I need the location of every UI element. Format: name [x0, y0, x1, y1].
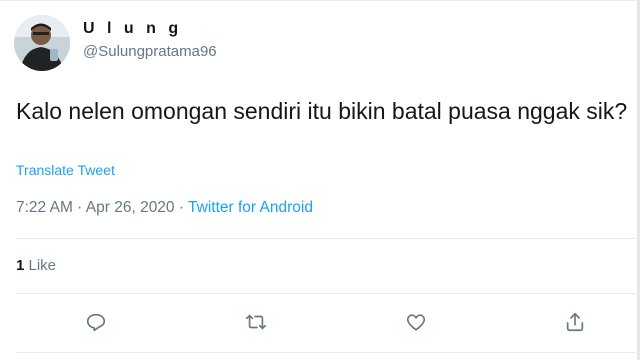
retweet-button[interactable]	[242, 308, 270, 336]
tweet-source-link[interactable]: Twitter for Android	[188, 199, 313, 216]
like-icon	[406, 314, 426, 331]
share-icon	[566, 312, 584, 332]
top-border	[0, 0, 640, 1]
avatar[interactable]	[14, 15, 70, 71]
tweet-meta: 7:22 AM · Apr 26, 2020 · Twitter for And…	[16, 199, 313, 217]
likes-label: Like	[24, 257, 57, 274]
divider	[16, 293, 640, 294]
likes-stat[interactable]: 1 Like	[16, 257, 56, 274]
tweet-timestamp[interactable]: 7:22 AM · Apr 26, 2020 ·	[16, 199, 188, 216]
divider	[16, 352, 640, 353]
like-button[interactable]	[402, 308, 430, 336]
user-handle[interactable]: @Sulungpratama96	[83, 43, 217, 60]
avatar-photo	[14, 15, 70, 71]
reply-icon	[86, 313, 106, 332]
translate-tweet-link[interactable]: Translate Tweet	[16, 162, 115, 178]
tweet-text: Kalo nelen omongan sendiri itu bikin bat…	[16, 98, 628, 124]
share-button[interactable]	[561, 308, 589, 336]
retweet-icon	[246, 314, 266, 330]
display-name[interactable]: U l u n g	[83, 20, 182, 38]
divider	[16, 238, 640, 239]
reply-button[interactable]	[82, 308, 110, 336]
